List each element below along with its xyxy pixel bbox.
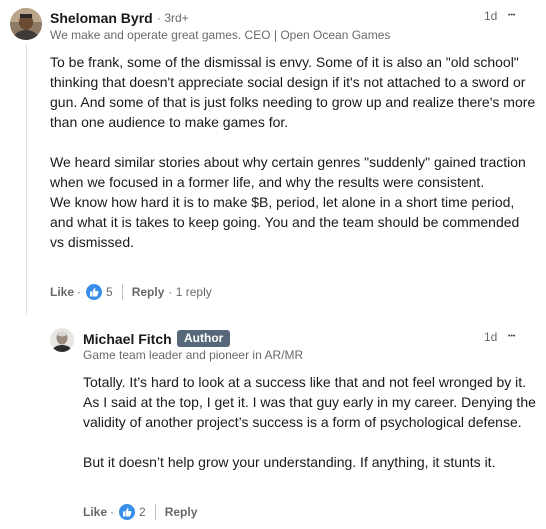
reply-paragraph: Totally. It’s hard to look at a success … [83, 374, 536, 430]
comment-more-options-icon[interactable]: ••• [508, 11, 515, 21]
separator-dot: · [77, 285, 82, 299]
thread-connector-line [26, 44, 27, 314]
reply-more-options-icon[interactable]: ••• [508, 332, 515, 342]
comment-paragraph: We know how hard it is to make $B, perio… [50, 194, 520, 250]
reply-like-button[interactable]: Like [83, 505, 107, 519]
comment-timestamp: 1d [484, 9, 498, 23]
comment-body: To be frank, some of the dismissal is en… [50, 52, 536, 252]
reply-button[interactable]: Reply [132, 285, 165, 299]
reply-body: Totally. It’s hard to look at a success … [83, 372, 538, 472]
commenter-name[interactable]: Sheloman Byrd [50, 10, 153, 26]
comment-actions: Like · 5 Reply · 1 reply [50, 283, 212, 301]
reaction-count[interactable]: 5 [106, 285, 113, 299]
reply-author-headline: Game team leader and pioneer in AR/MR [83, 348, 304, 362]
reply-timestamp: 1d [484, 330, 498, 344]
action-divider [154, 504, 156, 520]
action-divider [121, 284, 123, 300]
connection-degree: · 3rd+ [157, 11, 189, 25]
thumbs-up-icon[interactable] [86, 284, 103, 300]
reply-reply-button[interactable]: Reply [165, 505, 198, 519]
thumbs-up-icon[interactable] [119, 504, 136, 520]
comment-paragraph: To be frank, some of the dismissal is en… [50, 54, 536, 130]
comment-paragraph: We heard similar stories about why certa… [50, 154, 526, 190]
separator-dot: · [110, 505, 115, 519]
author-badge: Author [177, 330, 231, 347]
reply-actions: Like · 2 Reply [83, 503, 197, 521]
like-button[interactable]: Like [50, 285, 74, 299]
reply-author-avatar[interactable] [50, 328, 74, 352]
commenter-headline: We make and operate great games. CEO | O… [50, 28, 391, 42]
reply-reaction-count[interactable]: 2 [139, 505, 146, 519]
reply-count-link[interactable]: · 1 reply [168, 285, 211, 299]
reply-author-name[interactable]: Michael Fitch [83, 331, 172, 347]
commenter-avatar[interactable] [10, 8, 42, 40]
reply-paragraph: But it doesn’t help grow your understand… [83, 454, 496, 470]
